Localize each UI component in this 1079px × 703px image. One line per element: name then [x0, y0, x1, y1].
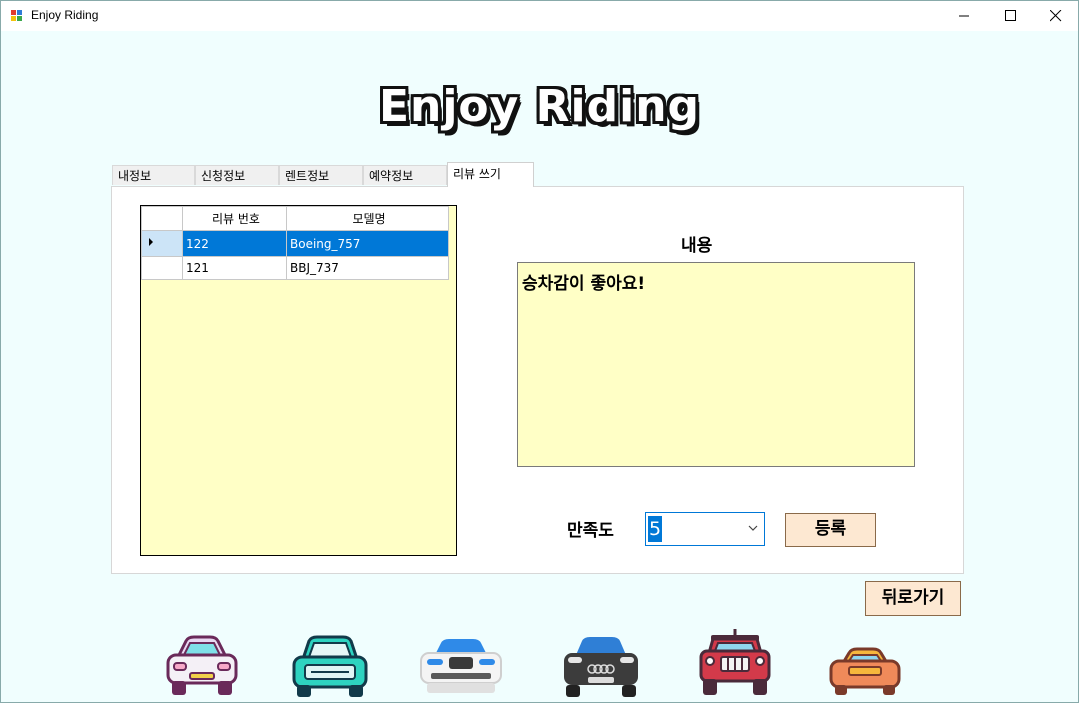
- car-teal-icon: [292, 635, 368, 697]
- table-row[interactable]: 121 BBJ_737: [141, 256, 449, 280]
- car-orange-icon: [829, 647, 901, 695]
- cell-review-number[interactable]: 122: [182, 230, 287, 257]
- maximize-icon: [1005, 10, 1016, 21]
- grid-header-row: 리뷰 번호 모델명: [141, 206, 449, 231]
- row-header[interactable]: [141, 230, 183, 257]
- satisfaction-label: 만족도: [567, 521, 614, 541]
- minimize-icon: [959, 15, 969, 17]
- cell-review-number[interactable]: 121: [182, 256, 287, 280]
- close-button[interactable]: [1033, 1, 1078, 31]
- register-button[interactable]: 등록: [785, 513, 876, 547]
- review-grid[interactable]: 리뷰 번호 모델명 122 Boeing_757 121 BBJ_737: [140, 205, 457, 556]
- review-content-textarea[interactable]: 승차감이 좋아요!: [517, 262, 915, 467]
- review-table: 리뷰 번호 모델명 122 Boeing_757 121 BBJ_737: [141, 206, 449, 280]
- content-label: 내용: [681, 236, 713, 256]
- current-row-arrow-icon: [149, 238, 153, 246]
- minimize-button[interactable]: [942, 1, 988, 31]
- tab-rent-info[interactable]: 렌트정보: [279, 165, 363, 185]
- close-icon: [1050, 10, 1062, 22]
- app-logo: Enjoy Riding: [378, 81, 701, 132]
- table-row[interactable]: 122 Boeing_757: [141, 230, 449, 257]
- cell-model-name[interactable]: Boeing_757: [286, 230, 449, 257]
- cell-model-name[interactable]: BBJ_737: [286, 256, 449, 280]
- satisfaction-value: 5: [648, 516, 663, 542]
- row-header[interactable]: [141, 256, 183, 280]
- car-white-icon: [420, 639, 502, 693]
- column-header-review-number[interactable]: 리뷰 번호: [182, 206, 287, 231]
- satisfaction-select[interactable]: 5: [645, 512, 765, 546]
- car-dark-icon: [564, 637, 638, 697]
- tab-my-info[interactable]: 내정보: [112, 165, 195, 185]
- app-icon: [11, 10, 24, 22]
- back-button[interactable]: 뒤로가기: [865, 581, 961, 616]
- car-icon-row: [1, 629, 1078, 702]
- car-red-icon: [699, 629, 771, 695]
- title-bar[interactable]: Enjoy Riding: [1, 1, 1078, 31]
- chevron-down-icon: [748, 525, 758, 531]
- tab-write-review[interactable]: 리뷰 쓰기: [447, 162, 534, 187]
- tab-reservation-info[interactable]: 예약정보: [363, 165, 447, 185]
- row-header-corner: [141, 206, 183, 231]
- tab-application-info[interactable]: 신청정보: [195, 165, 279, 185]
- car-pink-icon: [166, 635, 238, 695]
- main-window: Enjoy Riding Enjoy Riding 내정보 신청정보 렌트정보 …: [0, 0, 1079, 703]
- maximize-button[interactable]: [988, 1, 1034, 31]
- column-header-model-name[interactable]: 모델명: [286, 206, 449, 231]
- window-title: Enjoy Riding: [31, 8, 99, 22]
